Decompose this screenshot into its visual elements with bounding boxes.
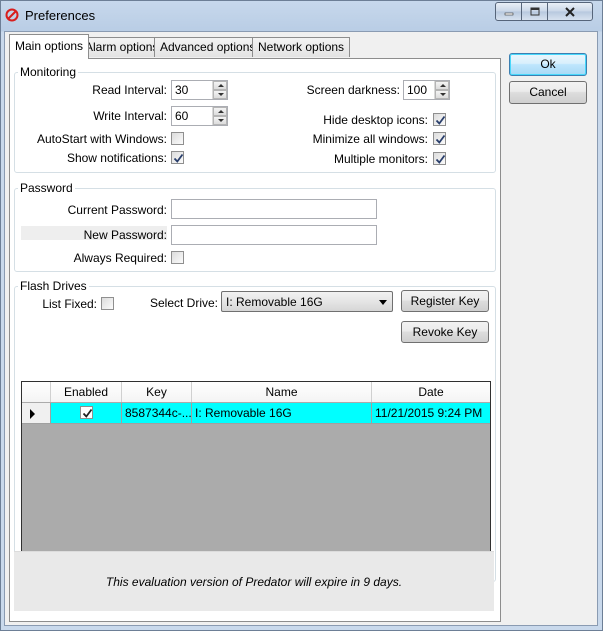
title-bar[interactable]: Preferences <box>1 1 602 31</box>
register-key-button[interactable]: Register Key <box>401 290 489 312</box>
revoke-key-button[interactable]: Revoke Key <box>401 321 489 343</box>
check-icon <box>435 154 446 164</box>
preferences-window: Preferences Main options Alarm options A… <box>0 0 603 631</box>
screen-darkness-value: 100 <box>407 83 428 97</box>
chevron-down-icon <box>379 300 387 305</box>
autostart-label: AutoStart with Windows: <box>36 132 167 146</box>
tab-alarm-options[interactable]: Alarm options <box>79 37 165 57</box>
tab-main-options[interactable]: Main options <box>9 34 90 59</box>
hide-icons-label: Hide desktop icons: <box>323 113 428 127</box>
read-interval-value: 30 <box>175 83 189 97</box>
ok-button[interactable]: Ok <box>509 53 587 76</box>
window-title: Preferences <box>25 8 96 23</box>
new-password-label: New Password: <box>83 228 167 242</box>
notifications-checkbox[interactable] <box>171 151 184 164</box>
table-row[interactable]: 8587344c-... I: Removable 16G 11/21/2015… <box>22 403 490 424</box>
close-icon <box>565 6 575 17</box>
check-icon <box>82 408 93 418</box>
multiple-monitors-label: Multiple monitors: <box>333 152 428 166</box>
column-date[interactable]: Date <box>372 382 490 402</box>
maximize-button[interactable] <box>521 2 548 21</box>
minimize-icon <box>504 12 513 15</box>
flash-drives-title: Flash Drives <box>18 279 89 293</box>
spin-down-icon[interactable] <box>213 116 227 125</box>
tab-network-options[interactable]: Network options <box>252 37 351 57</box>
monitoring-title: Monitoring <box>18 65 79 79</box>
select-drive-label: Select Drive: <box>149 296 218 310</box>
write-interval-label: Write Interval: <box>93 109 167 123</box>
cell-date[interactable]: 11/21/2015 9:24 PM <box>372 403 490 424</box>
column-enabled[interactable]: Enabled <box>51 382 122 402</box>
enabled-checkbox[interactable] <box>80 406 93 419</box>
notifications-label: Show notifications: <box>66 151 167 165</box>
evaluation-footer: This evaluation version of Predator will… <box>14 551 494 611</box>
column-key[interactable]: Key <box>122 382 192 402</box>
minimize-windows-label: Minimize all windows: <box>312 132 428 146</box>
select-drive-dropdown[interactable]: I: Removable 16G <box>221 291 393 312</box>
row-selector[interactable] <box>22 403 51 424</box>
spin-up-icon[interactable] <box>213 107 227 116</box>
cell-key[interactable]: 8587344c-... <box>122 403 192 424</box>
evaluation-message: This evaluation version of Predator will… <box>105 575 403 589</box>
app-icon <box>5 8 19 22</box>
screen-darkness-label: Screen darkness: <box>306 83 400 97</box>
column-name[interactable]: Name <box>192 382 372 402</box>
always-required-checkbox[interactable] <box>171 251 184 264</box>
grid-header: Enabled Key Name Date <box>22 382 490 402</box>
read-interval-spinner[interactable]: 30 <box>171 80 228 100</box>
spin-up-icon[interactable] <box>435 81 449 90</box>
spin-down-icon[interactable] <box>213 90 227 99</box>
keys-grid[interactable]: Enabled Key Name Date 8587344c-... I: Re… <box>21 381 491 578</box>
always-required-label: Always Required: <box>73 251 167 265</box>
minimize-button[interactable] <box>495 2 522 21</box>
autostart-checkbox[interactable] <box>171 132 184 145</box>
cancel-button[interactable]: Cancel <box>509 81 587 104</box>
dialog-client: Main options Alarm options Advanced opti… <box>4 31 598 626</box>
selected-drive-value: I: Removable 16G <box>226 295 323 309</box>
new-password-input[interactable] <box>171 225 377 245</box>
write-interval-spinner[interactable]: 60 <box>171 106 228 126</box>
list-fixed-checkbox[interactable] <box>101 297 114 310</box>
minimize-windows-checkbox[interactable] <box>433 132 446 145</box>
check-icon <box>435 134 446 144</box>
spin-down-icon[interactable] <box>435 90 449 99</box>
read-interval-label: Read Interval: <box>92 83 167 97</box>
tab-advanced-options[interactable]: Advanced options <box>154 37 262 57</box>
write-interval-value: 60 <box>175 109 189 123</box>
hide-icons-checkbox[interactable] <box>433 113 446 126</box>
main-options-panel: Monitoring Read Interval: 30 Write Inter… <box>9 58 501 622</box>
spin-up-icon[interactable] <box>213 81 227 90</box>
check-icon <box>173 153 184 163</box>
cell-name[interactable]: I: Removable 16G <box>192 403 372 424</box>
current-password-label: Current Password: <box>67 203 167 217</box>
row-pointer-icon <box>30 409 35 419</box>
row-header-corner <box>22 382 51 402</box>
cell-enabled[interactable] <box>51 403 122 424</box>
list-fixed-label: List Fixed: <box>42 297 97 311</box>
maximize-icon <box>530 7 539 15</box>
close-button[interactable] <box>547 2 593 21</box>
password-title: Password <box>18 181 75 195</box>
check-icon <box>435 115 446 125</box>
multiple-monitors-checkbox[interactable] <box>433 152 446 165</box>
current-password-input[interactable] <box>171 199 377 219</box>
screen-darkness-spinner[interactable]: 100 <box>403 80 450 100</box>
